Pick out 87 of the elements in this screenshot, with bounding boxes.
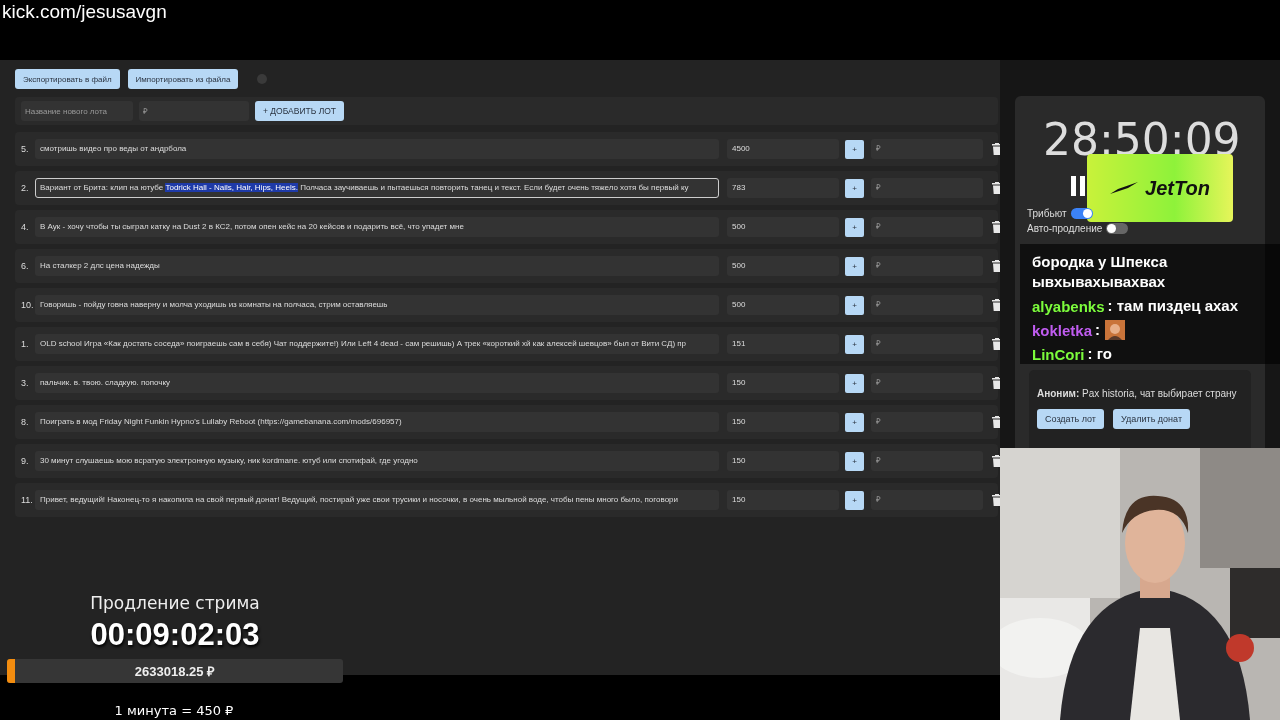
- lot-amount-field[interactable]: 500: [727, 295, 839, 315]
- lot-amount-field[interactable]: 150: [727, 451, 839, 471]
- total-amount: 2633018.25 ₽: [134, 663, 216, 680]
- bid-field[interactable]: ₽: [871, 373, 983, 393]
- bid-field[interactable]: ₽: [871, 139, 983, 159]
- trash-icon[interactable]: [992, 299, 1002, 311]
- extension-title: Продление стрима: [90, 593, 260, 613]
- chat-username: alyabenks: [1032, 297, 1105, 315]
- donation-button[interactable]: Удалить донат: [1113, 409, 1191, 429]
- lot-name-field[interactable]: На сталкер 2 длс цена надежды: [35, 256, 719, 276]
- file-button[interactable]: Импортировать из файла: [127, 69, 239, 89]
- page-address: kick.com/jesusavgn: [2, 1, 167, 22]
- lot-name-field[interactable]: Говоришь - пойду говна наверну и молча уходишь из комнаты на полчаса, стрим оставляешь: [35, 295, 719, 315]
- bid-field[interactable]: ₽: [871, 412, 983, 432]
- trash-icon[interactable]: [992, 221, 1002, 233]
- chat-username: kokletka: [1032, 321, 1093, 339]
- bid-field[interactable]: ₽: [871, 295, 983, 315]
- lot-name-field[interactable]: В Аук - хочу чтобы ты сыграл катку на Dust 2 в КС2, потом опен кейс на 20 кейсов и подарить всё, что упадет мне: [35, 217, 719, 237]
- trash-icon[interactable]: [992, 377, 1002, 389]
- lot-name-field[interactable]: пальчик. в. твою. сладкую. попочку: [35, 373, 719, 393]
- trash-icon[interactable]: [992, 338, 1002, 350]
- add-bid-button[interactable]: +: [845, 373, 864, 393]
- pause-icon[interactable]: [1071, 176, 1087, 196]
- add-bid-button[interactable]: +: [845, 178, 864, 198]
- lot-number: 5.: [21, 144, 30, 154]
- lot-number: 1.: [21, 339, 30, 349]
- lot-amount-field[interactable]: 150: [727, 373, 839, 393]
- add-bid-button[interactable]: +: [845, 217, 864, 237]
- lot-amount-field[interactable]: 150: [727, 412, 839, 432]
- lot-number: 9.: [21, 456, 30, 466]
- trash-icon[interactable]: [992, 455, 1002, 467]
- emote-icon: [1105, 320, 1126, 340]
- lot-amount-field[interactable]: 150: [727, 490, 839, 510]
- toggle-switch[interactable]: [1106, 223, 1129, 234]
- chat-message: : го: [1087, 344, 1112, 364]
- chat-message: :: [1095, 320, 1101, 340]
- lot-name-field[interactable]: Название нового лота: [21, 101, 133, 121]
- lot-amount-field[interactable]: 4500: [727, 139, 839, 159]
- bid-field[interactable]: ₽: [871, 178, 983, 198]
- lot-number: 8.: [21, 417, 30, 427]
- donation-message: Аноним: Pax historia, чат выбирает страну: [1037, 388, 1238, 399]
- lot-number: 11.: [21, 495, 34, 505]
- lot-number: 6.: [21, 261, 30, 271]
- lot-name-field[interactable]: смотришь видео про веды от андрбола: [35, 139, 719, 159]
- lot-amount-field[interactable]: 783: [727, 178, 839, 198]
- lot-name-field[interactable]: 30 минут слушаешь мою всратую электронную музыку, ник kordmane. ютуб или спотифай, где угодно: [35, 451, 719, 471]
- add-bid-button[interactable]: +: [845, 412, 864, 432]
- trash-icon[interactable]: [992, 260, 1002, 272]
- add-bid-button[interactable]: +: [845, 334, 864, 354]
- toggle-switch[interactable]: [1070, 208, 1093, 219]
- chat-username: LinCori: [1032, 345, 1085, 363]
- toggle-label: Авто-продление: [1027, 223, 1103, 234]
- lot-name-field[interactable]: Привет, ведущий! Наконец-то я накопила на свой первый донат! Ведущий, постирай уже свои трусики и носочки, в очень мыльной воде, чтобы пены много было, поговори: [35, 490, 719, 510]
- bid-field[interactable]: ₽: [871, 256, 983, 276]
- trash-icon[interactable]: [992, 143, 1002, 155]
- add-bid-button[interactable]: +: [845, 139, 864, 159]
- rate-text: 1 минута = 450 ₽: [114, 703, 234, 718]
- toggle-label: Трибьют: [1027, 208, 1067, 219]
- chat-message: : там пиздец ахах: [1107, 296, 1239, 316]
- bid-field[interactable]: ₽: [871, 451, 983, 471]
- lot-amount-field[interactable]: 500: [727, 256, 839, 276]
- sponsor-logo: JetTon: [1087, 154, 1233, 222]
- add-bid-button[interactable]: +: [845, 295, 864, 315]
- lot-amount-field[interactable]: 500: [727, 217, 839, 237]
- file-button[interactable]: Экспортировать в файл: [15, 69, 120, 89]
- trash-icon[interactable]: [992, 494, 1002, 506]
- donation-button[interactable]: Создать лот: [1037, 409, 1104, 429]
- add-bid-button[interactable]: +: [845, 490, 864, 510]
- add-lot-button[interactable]: + ДОБАВИТЬ ЛОТ: [255, 101, 345, 121]
- lot-name-field[interactable]: OLD school Игра «Как достать соседа» поиграешь сам в себя) Чат поддержите!) Или Left 4 dead - сам решишь) А трек «короткий хй как алексей шевцов» был от Вити СД) пр: [35, 334, 719, 354]
- extension-timer: 00:09:02:03: [90, 617, 260, 653]
- lot-number: 4.: [21, 222, 30, 232]
- lot-amount-field[interactable]: 151: [727, 334, 839, 354]
- lot-number: 10.: [21, 300, 35, 310]
- bid-field[interactable]: ₽: [871, 334, 983, 354]
- trash-icon[interactable]: [992, 182, 1002, 194]
- trash-icon[interactable]: [992, 416, 1002, 428]
- add-bid-button[interactable]: +: [845, 256, 864, 276]
- bid-field[interactable]: ₽: [871, 217, 983, 237]
- lot-name-field[interactable]: Вариант от Брита: клип на ютубе Todrick Hall - Nails, Hair, Hips, Heels. Полчаса заучиваешь и пытаешься повторить танец и текст. Если будет очень тяжело хотя бы первый ку: [35, 178, 719, 198]
- bid-field[interactable]: ₽: [871, 490, 983, 510]
- lot-number: 3.: [21, 378, 30, 388]
- lot-name-field[interactable]: Поиграть в мод Friday Night Funkin Hypno's Lullaby Reboot (https://gamebanana.com/mods/696957): [35, 412, 719, 432]
- lot-number: 2.: [21, 183, 30, 193]
- chat-message: бородка у Шпекса ывхывахывахвах: [1032, 252, 1169, 292]
- lot-price-field[interactable]: ₽: [139, 101, 249, 121]
- add-bid-button[interactable]: +: [845, 451, 864, 471]
